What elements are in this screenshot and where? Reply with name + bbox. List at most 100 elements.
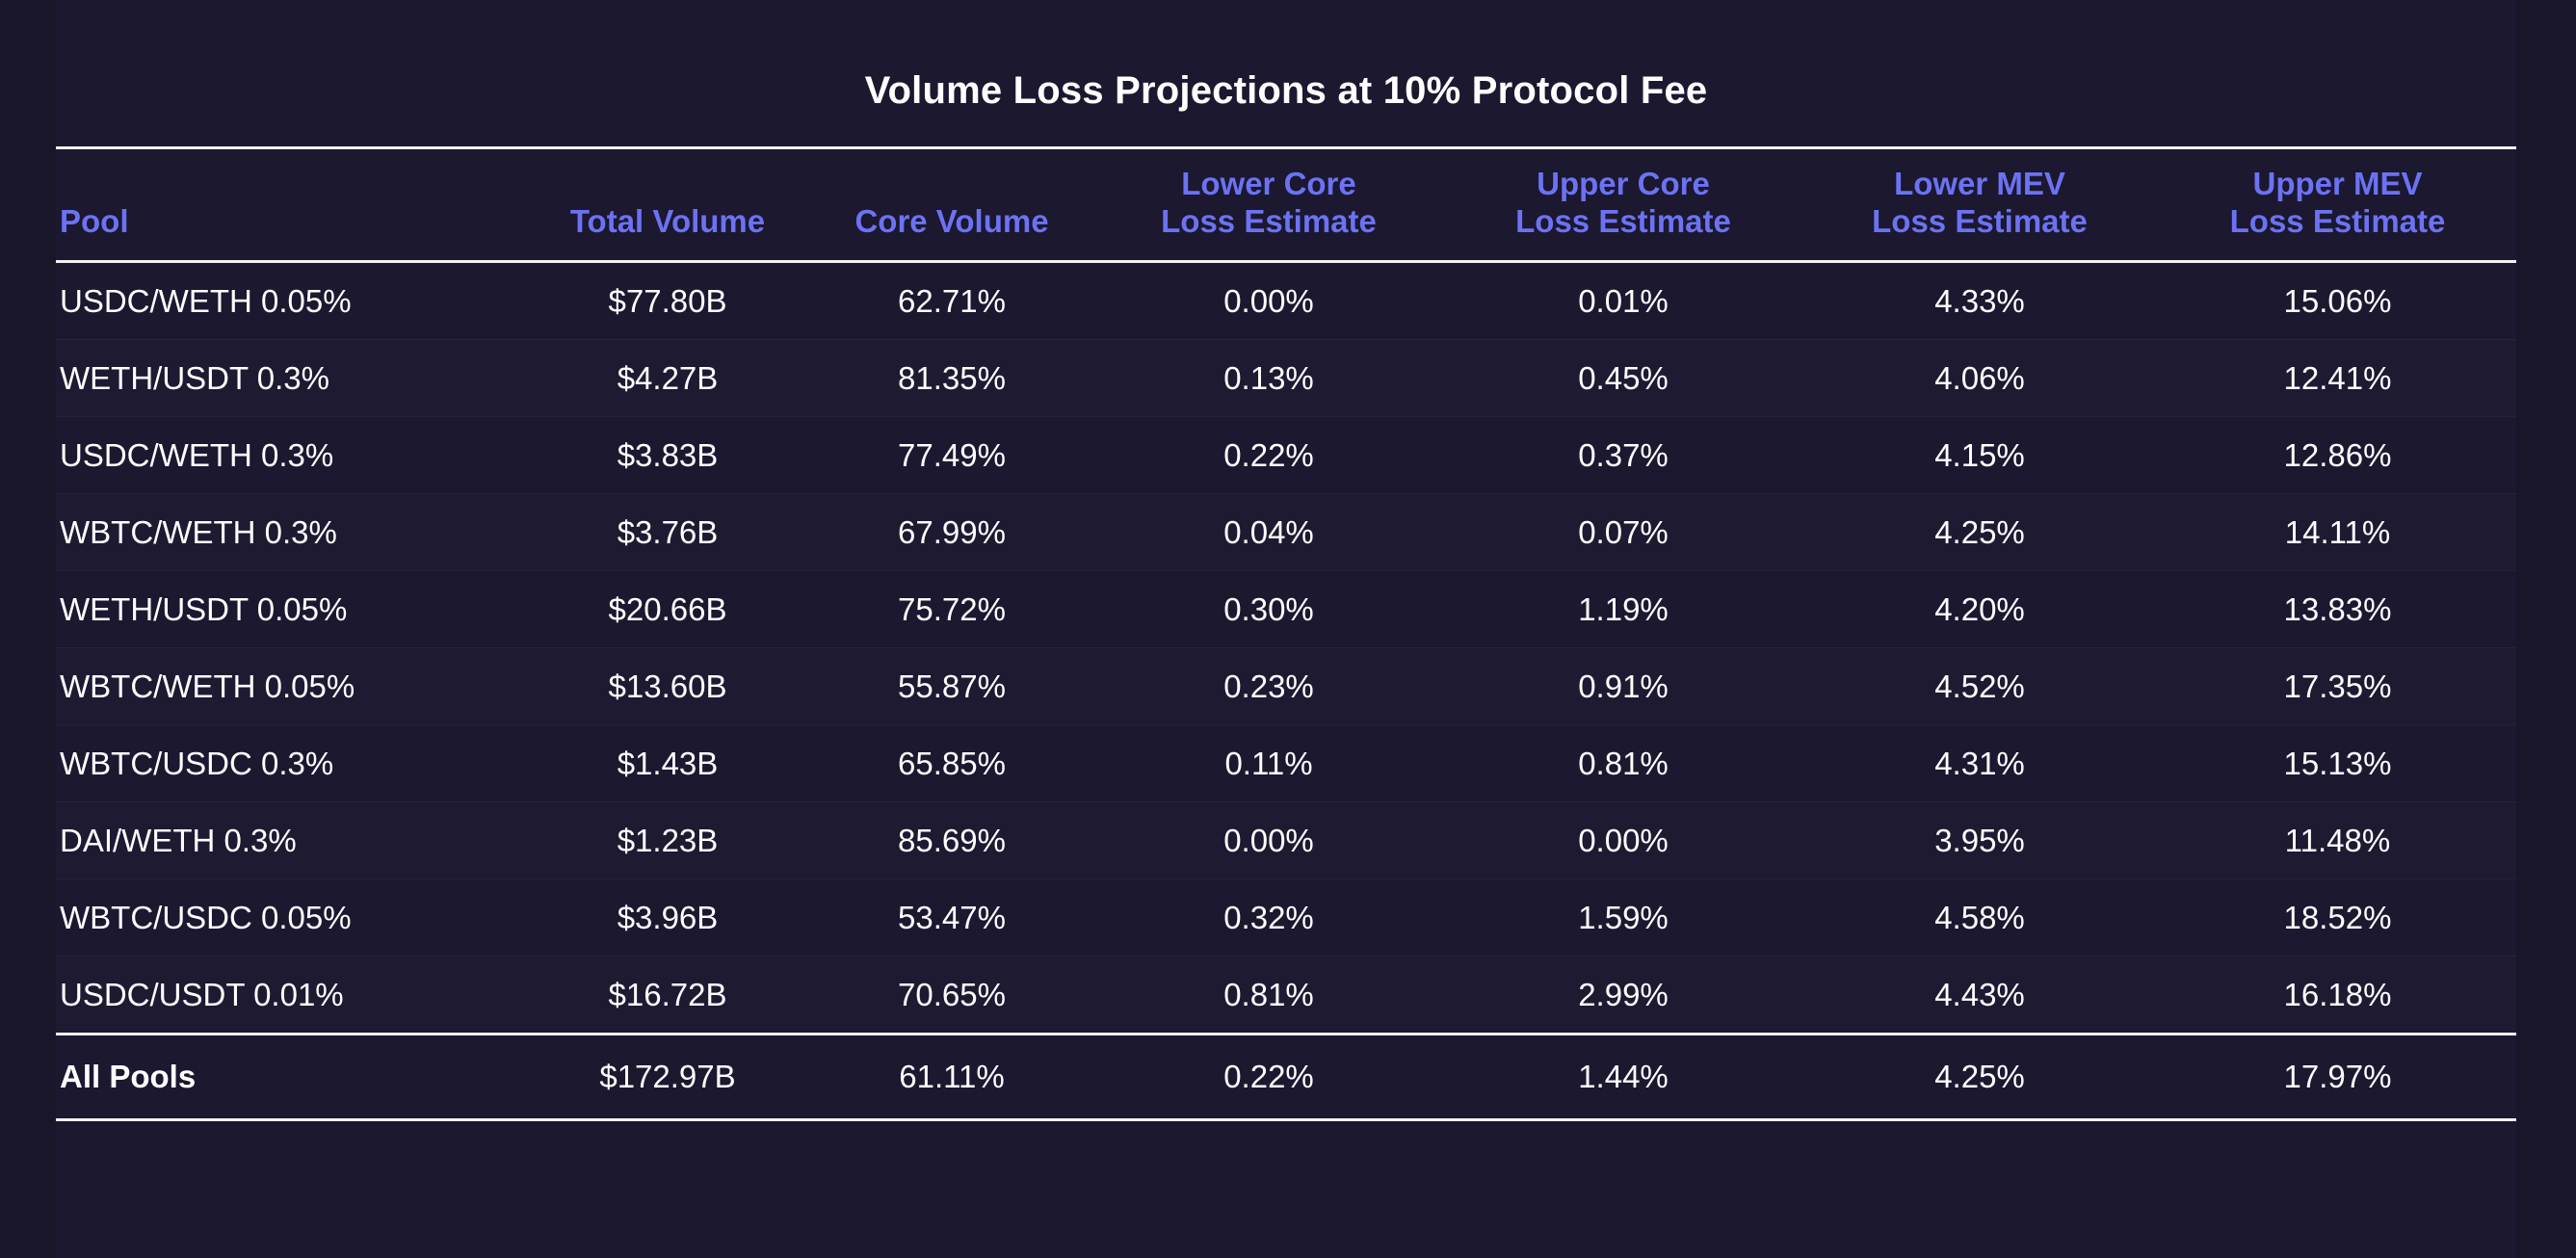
cell-pool: USDC/WETH 0.05% xyxy=(56,261,523,340)
cell-core-volume: 67.99% xyxy=(812,493,1091,571)
cell-lower-core-loss: 0.13% xyxy=(1091,339,1446,417)
cell-upper-core-loss: 0.81% xyxy=(1446,724,1801,802)
cell-core-volume: 77.49% xyxy=(812,416,1091,494)
table-row[interactable]: WBTC/WETH 0.3% $3.76B 67.99% 0.04% 0.07%… xyxy=(56,493,2516,571)
cell-lower-mev-loss: 4.25% xyxy=(1801,493,2159,571)
cell-lower-mev-loss: 4.33% xyxy=(1801,261,2159,340)
table-row[interactable]: USDC/WETH 0.05% $77.80B 62.71% 0.00% 0.0… xyxy=(56,261,2516,340)
cell-total-label: All Pools xyxy=(56,1032,523,1121)
cell-upper-mev-loss: 18.52% xyxy=(2159,878,2516,957)
cell-lower-mev-loss: 4.43% xyxy=(1934,976,2025,1012)
column-header-core-volume[interactable]: Core Volume xyxy=(812,146,1091,263)
cell-lower-core-loss: 0.32% xyxy=(1091,878,1446,957)
cell-upper-mev-loss: 16.18% xyxy=(2283,976,2392,1012)
header-row: Pool Total Volume Core Volume Lower Core… xyxy=(56,146,2516,263)
column-header-total-volume[interactable]: Total Volume xyxy=(523,146,812,263)
cell-lower-core-loss: 0.04% xyxy=(1091,493,1446,571)
right-gutter xyxy=(2516,0,2576,1258)
cell-core-volume: 62.71% xyxy=(812,261,1091,340)
cell-upper-core-loss: 0.91% xyxy=(1446,647,1801,725)
figure-canvas: Volume Loss Projections at 10% Protocol … xyxy=(0,0,2576,1258)
table-row[interactable]: USDC/USDT 0.01% $16.72B 70.65% 0.81% 2.9… xyxy=(56,956,2516,1034)
total-row[interactable]: All Pools $172.97B 61.11% 0.22% 1.44% 4.… xyxy=(56,1032,2516,1121)
cell-lower-core-loss: 0.22% xyxy=(1091,416,1446,494)
cell-pool: WBTC/USDC 0.05% xyxy=(56,878,523,957)
cell-total-volume: $1.43B xyxy=(523,724,812,802)
column-header-upper-mev-line1: Upper MEV xyxy=(2252,166,2423,201)
cell-lower-mev-loss: 4.58% xyxy=(1801,878,2159,957)
cell-upper-core-loss: 1.19% xyxy=(1446,570,1801,648)
column-header-upper-core-line1: Upper Core xyxy=(1537,166,1710,201)
column-header-pool-line1: Pool xyxy=(60,202,129,239)
cell-pool: WBTC/WETH 0.05% xyxy=(56,647,523,725)
cell-lower-core-loss: 0.23% xyxy=(1091,647,1446,725)
column-header-total-volume-line1: Total Volume xyxy=(569,202,766,239)
cell-upper-core-loss: 0.37% xyxy=(1446,416,1801,494)
cell-pool: WETH/USDT 0.3% xyxy=(56,339,523,417)
cell-upper-core-loss: 1.59% xyxy=(1446,878,1801,957)
cell-core-volume: 53.47% xyxy=(812,878,1091,957)
volume-loss-table-container: Pool Total Volume Core Volume Lower Core… xyxy=(56,146,2516,1121)
cell-core-volume: 55.87% xyxy=(812,647,1091,725)
volume-loss-table: Pool Total Volume Core Volume Lower Core… xyxy=(56,146,2516,1121)
cell-core-volume: 85.69% xyxy=(812,801,1091,879)
cell-upper-core-loss-total: 1.44% xyxy=(1446,1032,1801,1121)
column-header-core-volume-line1: Core Volume xyxy=(854,202,1049,239)
column-header-upper-core-line2: Loss Estimate xyxy=(1515,202,1731,239)
column-header-lower-mev-line1: Lower MEV xyxy=(1894,166,2065,201)
cell-lower-mev-loss: 3.95% xyxy=(1801,801,2159,879)
cell-core-volume-total: 61.11% xyxy=(812,1032,1091,1121)
cell-total-volume: $3.76B xyxy=(523,493,812,571)
cell-pool: DAI/WETH 0.3% xyxy=(56,801,523,879)
cell-upper-core-loss: 0.45% xyxy=(1446,339,1801,417)
cell-upper-mev-loss: 12.41% xyxy=(2159,339,2516,417)
column-header-lower-mev-loss-estimate[interactable]: Lower MEV Loss Estimate xyxy=(1801,146,2159,263)
cell-pool: WBTC/WETH 0.3% xyxy=(56,493,523,571)
cell-lower-mev-loss: 4.15% xyxy=(1801,416,2159,494)
cell-total-volume: $4.27B xyxy=(523,339,812,417)
table-row[interactable]: WBTC/WETH 0.05% $13.60B 55.87% 0.23% 0.9… xyxy=(56,647,2516,725)
cell-total-volume: $13.60B xyxy=(523,647,812,725)
cell-total-volume: $1.23B xyxy=(523,801,812,879)
cell-core-volume: 75.72% xyxy=(812,570,1091,648)
cell-lower-mev-loss: 4.20% xyxy=(1801,570,2159,648)
cell-upper-mev-loss: 17.35% xyxy=(2159,647,2516,725)
table-row[interactable]: WBTC/USDC 0.05% $3.96B 53.47% 0.32% 1.59… xyxy=(56,878,2516,957)
column-header-upper-mev-line2: Loss Estimate xyxy=(2229,202,2446,239)
column-header-upper-core-loss-estimate[interactable]: Upper Core Loss Estimate xyxy=(1446,146,1801,263)
column-header-upper-mev-loss-estimate[interactable]: Upper MEV Loss Estimate xyxy=(2159,146,2516,263)
cell-lower-core-loss: 0.00% xyxy=(1091,261,1446,340)
table-row[interactable]: WETH/USDT 0.05% $20.66B 75.72% 0.30% 1.1… xyxy=(56,570,2516,648)
cell-lower-core-loss: 0.30% xyxy=(1091,570,1446,648)
cell-pool: WBTC/USDC 0.3% xyxy=(56,724,523,802)
cell-upper-mev-loss-total: 17.97% xyxy=(2159,1032,2516,1121)
table-row[interactable]: DAI/WETH 0.3% $1.23B 85.69% 0.00% 0.00% … xyxy=(56,801,2516,879)
column-header-lower-core-loss-estimate[interactable]: Lower Core Loss Estimate xyxy=(1091,146,1446,263)
cell-lower-mev-loss-total: 4.25% xyxy=(1801,1032,2159,1121)
cell-total-volume: $77.80B xyxy=(523,261,812,340)
column-header-lower-mev-line2: Loss Estimate xyxy=(1872,202,2088,239)
cell-upper-mev-loss: 12.86% xyxy=(2159,416,2516,494)
cell-total-volume: $20.66B xyxy=(523,570,812,648)
column-header-pool[interactable]: Pool xyxy=(56,146,523,263)
table-body: USDC/WETH 0.05% $77.80B 62.71% 0.00% 0.0… xyxy=(56,261,2516,1034)
cell-lower-core-loss: 0.00% xyxy=(1091,801,1446,879)
cell-total-volume-total: $172.97B xyxy=(523,1032,812,1121)
cell-pool: USDC/USDT 0.01% xyxy=(60,976,344,1012)
cell-upper-core-loss: 0.07% xyxy=(1446,493,1801,571)
cell-upper-core-loss: 2.99% xyxy=(1578,976,1669,1012)
table-row[interactable]: USDC/WETH 0.3% $3.83B 77.49% 0.22% 0.37%… xyxy=(56,416,2516,494)
table-row[interactable]: WBTC/USDC 0.3% $1.43B 65.85% 0.11% 0.81%… xyxy=(56,724,2516,802)
cell-upper-core-loss: 0.01% xyxy=(1446,261,1801,340)
table-header: Pool Total Volume Core Volume Lower Core… xyxy=(56,146,2516,263)
cell-lower-mev-loss: 4.31% xyxy=(1801,724,2159,802)
cell-total-volume: $16.72B xyxy=(608,976,727,1012)
cell-upper-core-loss: 0.00% xyxy=(1446,801,1801,879)
cell-total-volume: $3.96B xyxy=(523,878,812,957)
cell-core-volume: 81.35% xyxy=(812,339,1091,417)
cell-lower-mev-loss: 4.06% xyxy=(1801,339,2159,417)
cell-core-volume: 70.65% xyxy=(898,976,1006,1012)
table-row[interactable]: WETH/USDT 0.3% $4.27B 81.35% 0.13% 0.45%… xyxy=(56,339,2516,417)
cell-pool: WETH/USDT 0.05% xyxy=(56,570,523,648)
cell-core-volume: 65.85% xyxy=(812,724,1091,802)
